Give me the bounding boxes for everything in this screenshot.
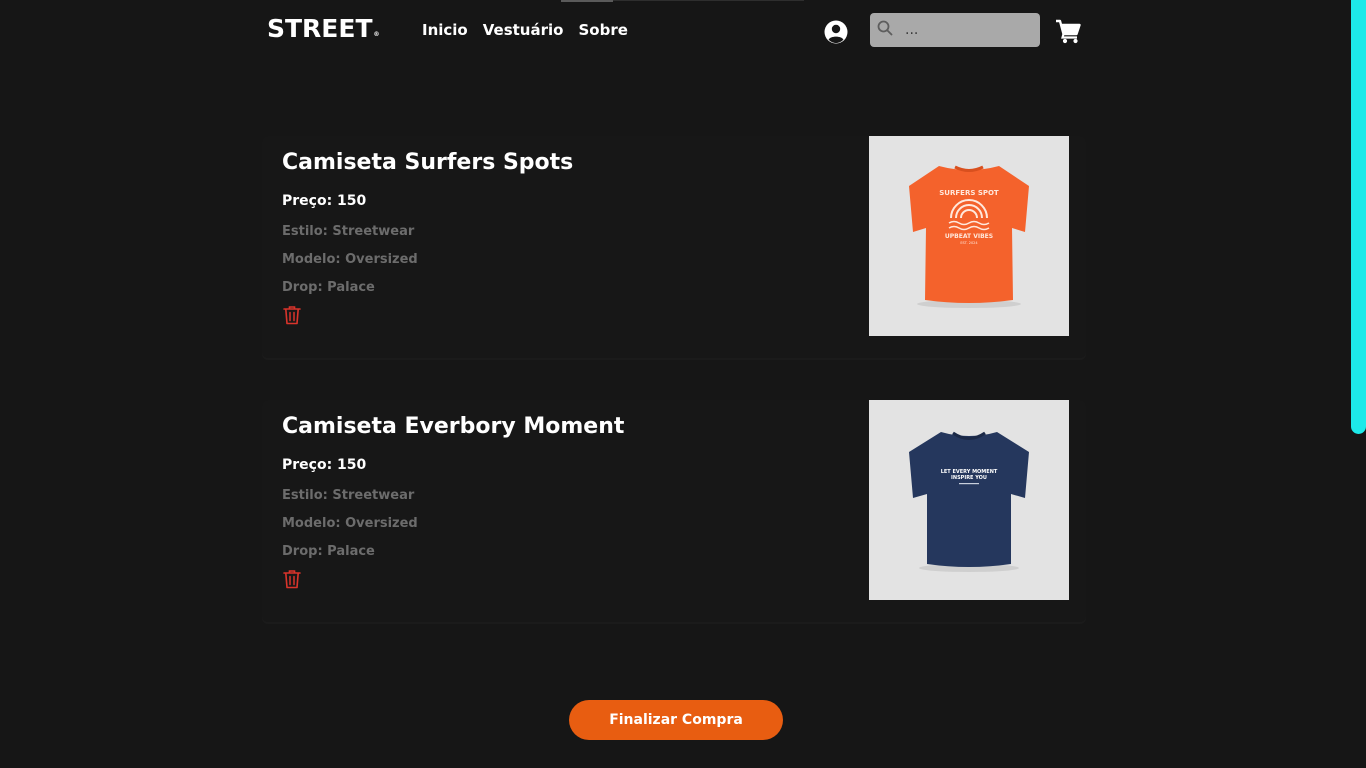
product-price: Preço: 150 (282, 193, 367, 209)
print-text-middle: UPBEAT VIBES (945, 233, 993, 240)
shopping-cart-icon[interactable] (1055, 18, 1081, 44)
user-account-icon[interactable] (824, 20, 848, 44)
product-drop: Drop: Palace (282, 544, 375, 559)
main-nav: Inicio Vestuário Sobre (422, 20, 628, 40)
nav-link-vestuario[interactable]: Vestuário (483, 20, 564, 40)
product-model: Modelo: Oversized (282, 252, 418, 267)
product-style: Estilo: Streetwear (282, 224, 415, 239)
tshirt-image: SURFERS SPOT UPBEAT VIBES EST. 2024 (869, 136, 1069, 336)
top-progress-indicator (561, 0, 613, 2)
delete-item-trash-icon[interactable] (283, 305, 301, 325)
product-title: Camiseta Everbory Moment (282, 414, 625, 439)
logo-mark: ® (373, 31, 380, 38)
checkout-button[interactable]: Finalizar Compra (569, 700, 783, 740)
scrollbar-thumb[interactable] (1351, 0, 1366, 434)
product-drop: Drop: Palace (282, 280, 375, 295)
nav-link-sobre[interactable]: Sobre (578, 20, 627, 40)
print-text-top: SURFERS SPOT (939, 189, 999, 197)
nav-link-inicio[interactable]: Inicio (422, 20, 468, 40)
search-icon[interactable] (877, 20, 893, 36)
search-input[interactable] (903, 21, 1027, 39)
product-style: Estilo: Streetwear (282, 488, 415, 503)
brand-logo[interactable]: STREET ® (267, 16, 380, 42)
cart-item-card: Camiseta Everbory Moment Preço: 150 Esti… (262, 400, 1086, 622)
product-model: Modelo: Oversized (282, 516, 418, 531)
delete-item-trash-icon[interactable] (283, 569, 301, 589)
cart-item-card: Camiseta Surfers Spots Preço: 150 Estilo… (262, 136, 1086, 358)
product-title: Camiseta Surfers Spots (282, 150, 574, 175)
tshirt-image: LET EVERY MOMENT INSPIRE YOU (869, 400, 1069, 600)
logo-text: STREET (267, 14, 373, 43)
print-text-bottom: EST. 2024 (960, 241, 978, 245)
product-image: SURFERS SPOT UPBEAT VIBES EST. 2024 (869, 136, 1069, 336)
print-text-bottom: INSPIRE YOU (951, 475, 987, 481)
search-bar (870, 13, 1040, 47)
product-price: Preço: 150 (282, 457, 367, 473)
product-image: LET EVERY MOMENT INSPIRE YOU (869, 400, 1069, 600)
